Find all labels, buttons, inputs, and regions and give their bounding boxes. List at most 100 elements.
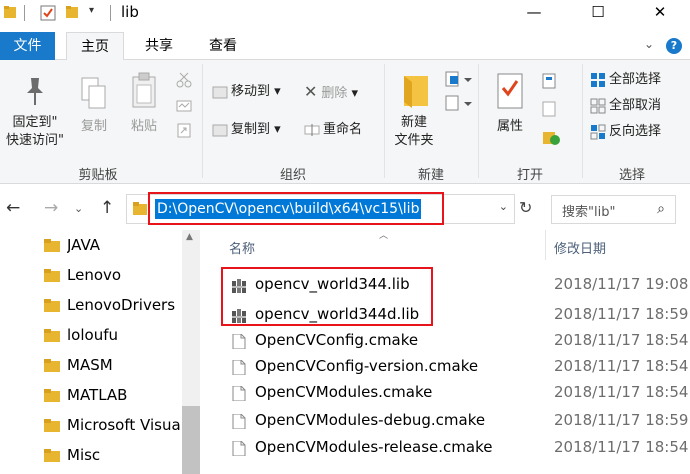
tab-file[interactable]: 文件 xyxy=(0,32,55,60)
pin-quick-access-button[interactable]: 固定到" 快速访问" xyxy=(2,76,68,150)
divider xyxy=(110,5,111,21)
paste-shortcut-icon[interactable] xyxy=(176,122,192,138)
select-all-icon xyxy=(591,72,605,87)
pin-icon xyxy=(27,78,43,105)
file-name: OpenCVModules-debug.cmake xyxy=(255,411,486,429)
help-icon[interactable]: ? xyxy=(666,38,682,54)
move-to-button[interactable]: 移动到 ▾ xyxy=(212,82,281,102)
divider xyxy=(384,64,385,178)
scrollbar-thumb[interactable] xyxy=(182,406,200,474)
nav-item-label: JAVA xyxy=(67,236,101,254)
rename-button[interactable]: 重命名 xyxy=(304,120,362,140)
copy-to-label: 复制到 xyxy=(231,122,271,137)
file-date: 2018/11/17 18:54 xyxy=(554,357,689,375)
properties-label: 属性 xyxy=(496,119,523,134)
nav-scrollbar[interactable]: ▲ xyxy=(182,230,200,474)
delete-button[interactable]: ✕ 删除 ▾ xyxy=(304,82,358,102)
new-item-icon[interactable] xyxy=(444,70,472,88)
paste-button[interactable]: 粘贴 xyxy=(124,72,164,136)
select-none-button[interactable]: 全部取消 xyxy=(590,96,661,116)
nav-item-java[interactable]: JAVA xyxy=(44,232,204,260)
copy-path-icon[interactable] xyxy=(176,98,192,114)
column-header-name[interactable]: 名称 xyxy=(229,238,255,257)
new-folder-icon[interactable] xyxy=(66,6,78,18)
nav-item-label: loloufu xyxy=(67,326,118,344)
cut-icon[interactable] xyxy=(176,72,192,88)
file-row[interactable]: OpenCVModules.cmake 2018/11/17 18:54 xyxy=(203,378,690,408)
paste-icon xyxy=(132,72,156,108)
new-folder-button[interactable]: 新建 文件夹 xyxy=(388,72,440,150)
move-to-label: 移动到 xyxy=(231,84,271,99)
folder-icon xyxy=(133,202,147,215)
group-label-organize: 组织 xyxy=(279,168,306,183)
recent-chevron-icon[interactable]: ⌄ xyxy=(74,202,83,215)
column-divider[interactable] xyxy=(545,230,546,260)
nav-item-microsoft-visual[interactable]: Microsoft Visual xyxy=(44,412,204,440)
nav-item-loloufu[interactable]: loloufu xyxy=(44,322,204,350)
navigation-pane: JAVA Lenovo LenovoDrivers loloufu MASM M… xyxy=(0,230,203,474)
address-row: ← → ⌄ ↑ D:\OpenCV\opencv\build\x64\vc15\… xyxy=(0,190,690,228)
scroll-up-icon[interactable]: ▲ xyxy=(186,232,193,242)
delete-label: 删除 xyxy=(321,86,348,101)
title-bar: ▾ lib — ☐ ✕ xyxy=(0,0,690,26)
properties-icon xyxy=(497,73,523,109)
customize-toolbar-icon[interactable]: ▾ xyxy=(89,5,94,16)
easy-access-icon[interactable] xyxy=(444,94,472,112)
move-to-icon xyxy=(212,86,228,98)
folder-icon xyxy=(44,239,60,252)
select-none-label: 全部取消 xyxy=(609,98,662,113)
folder-icon xyxy=(44,329,60,342)
file-date: 2018/11/17 18:54 xyxy=(554,331,689,349)
file-date: 2018/11/17 18:59 xyxy=(554,411,689,429)
copy-to-button[interactable]: 复制到 ▾ xyxy=(212,120,281,140)
back-arrow-icon[interactable]: ← xyxy=(6,198,20,218)
nav-item-lenovo[interactable]: Lenovo xyxy=(44,262,204,290)
properties-check-icon[interactable] xyxy=(40,5,56,21)
pin-label: 快速访问" xyxy=(6,133,64,148)
history-icon[interactable] xyxy=(542,128,562,146)
highlight-box xyxy=(221,267,433,326)
nav-item-label: LenovoDrivers xyxy=(67,296,176,314)
folder-icon xyxy=(4,6,16,18)
properties-button[interactable]: 属性 xyxy=(488,72,532,136)
edit-icon[interactable] xyxy=(542,100,562,118)
folder-icon xyxy=(44,269,60,282)
column-header-date[interactable]: 修改日期 xyxy=(554,238,606,257)
document-icon xyxy=(232,441,246,456)
invert-selection-button[interactable]: 反向选择 xyxy=(590,122,661,142)
chevron-down-icon[interactable]: ⌄ xyxy=(499,200,508,213)
divider xyxy=(478,64,479,178)
nav-item-masm[interactable]: MASM xyxy=(44,352,204,380)
file-row[interactable]: OpenCVModules-release.cmake 2018/11/17 1… xyxy=(203,433,690,463)
new-folder-label: 新建 xyxy=(400,115,427,130)
open-icon[interactable] xyxy=(542,72,562,90)
search-box[interactable]: 搜索"lib" ⌕ xyxy=(551,195,676,224)
nav-item-label: MASM xyxy=(67,356,113,374)
file-list: ︿ 名称 修改日期 opencv_world344.lib 2018/11/17… xyxy=(203,230,690,474)
close-button[interactable]: ✕ xyxy=(637,0,683,26)
refresh-icon[interactable]: ↻ xyxy=(519,198,532,217)
copy-button[interactable]: 复制 xyxy=(74,76,114,136)
select-all-label: 全部选择 xyxy=(609,72,662,87)
search-icon: ⌕ xyxy=(657,201,665,217)
chevron-down-icon[interactable]: ⌄ xyxy=(644,37,654,51)
select-none-icon xyxy=(590,98,606,113)
nav-item-misc[interactable]: Misc xyxy=(44,442,204,470)
copy-label: 复制 xyxy=(80,119,107,134)
minimize-button[interactable]: — xyxy=(511,0,557,26)
tab-share[interactable]: 共享 xyxy=(136,32,182,60)
folder-icon xyxy=(44,449,60,462)
up-arrow-icon[interactable]: ↑ xyxy=(100,198,114,218)
forward-arrow-icon[interactable]: → xyxy=(44,198,58,218)
new-folder-label: 文件夹 xyxy=(394,133,434,148)
document-icon xyxy=(232,386,246,401)
tab-home[interactable]: 主页 xyxy=(66,32,124,61)
rename-label: 重命名 xyxy=(323,122,363,137)
tab-view[interactable]: 查看 xyxy=(199,32,247,60)
maximize-button[interactable]: ☐ xyxy=(575,0,621,26)
select-all-button[interactable]: 全部选择 xyxy=(590,70,661,90)
nav-item-matlab[interactable]: MATLAB xyxy=(44,382,204,410)
nav-item-lenovodrivers[interactable]: LenovoDrivers xyxy=(44,292,204,320)
file-row[interactable]: OpenCVModules-debug.cmake 2018/11/17 18:… xyxy=(203,406,690,436)
nav-item-label: Misc xyxy=(67,446,101,464)
